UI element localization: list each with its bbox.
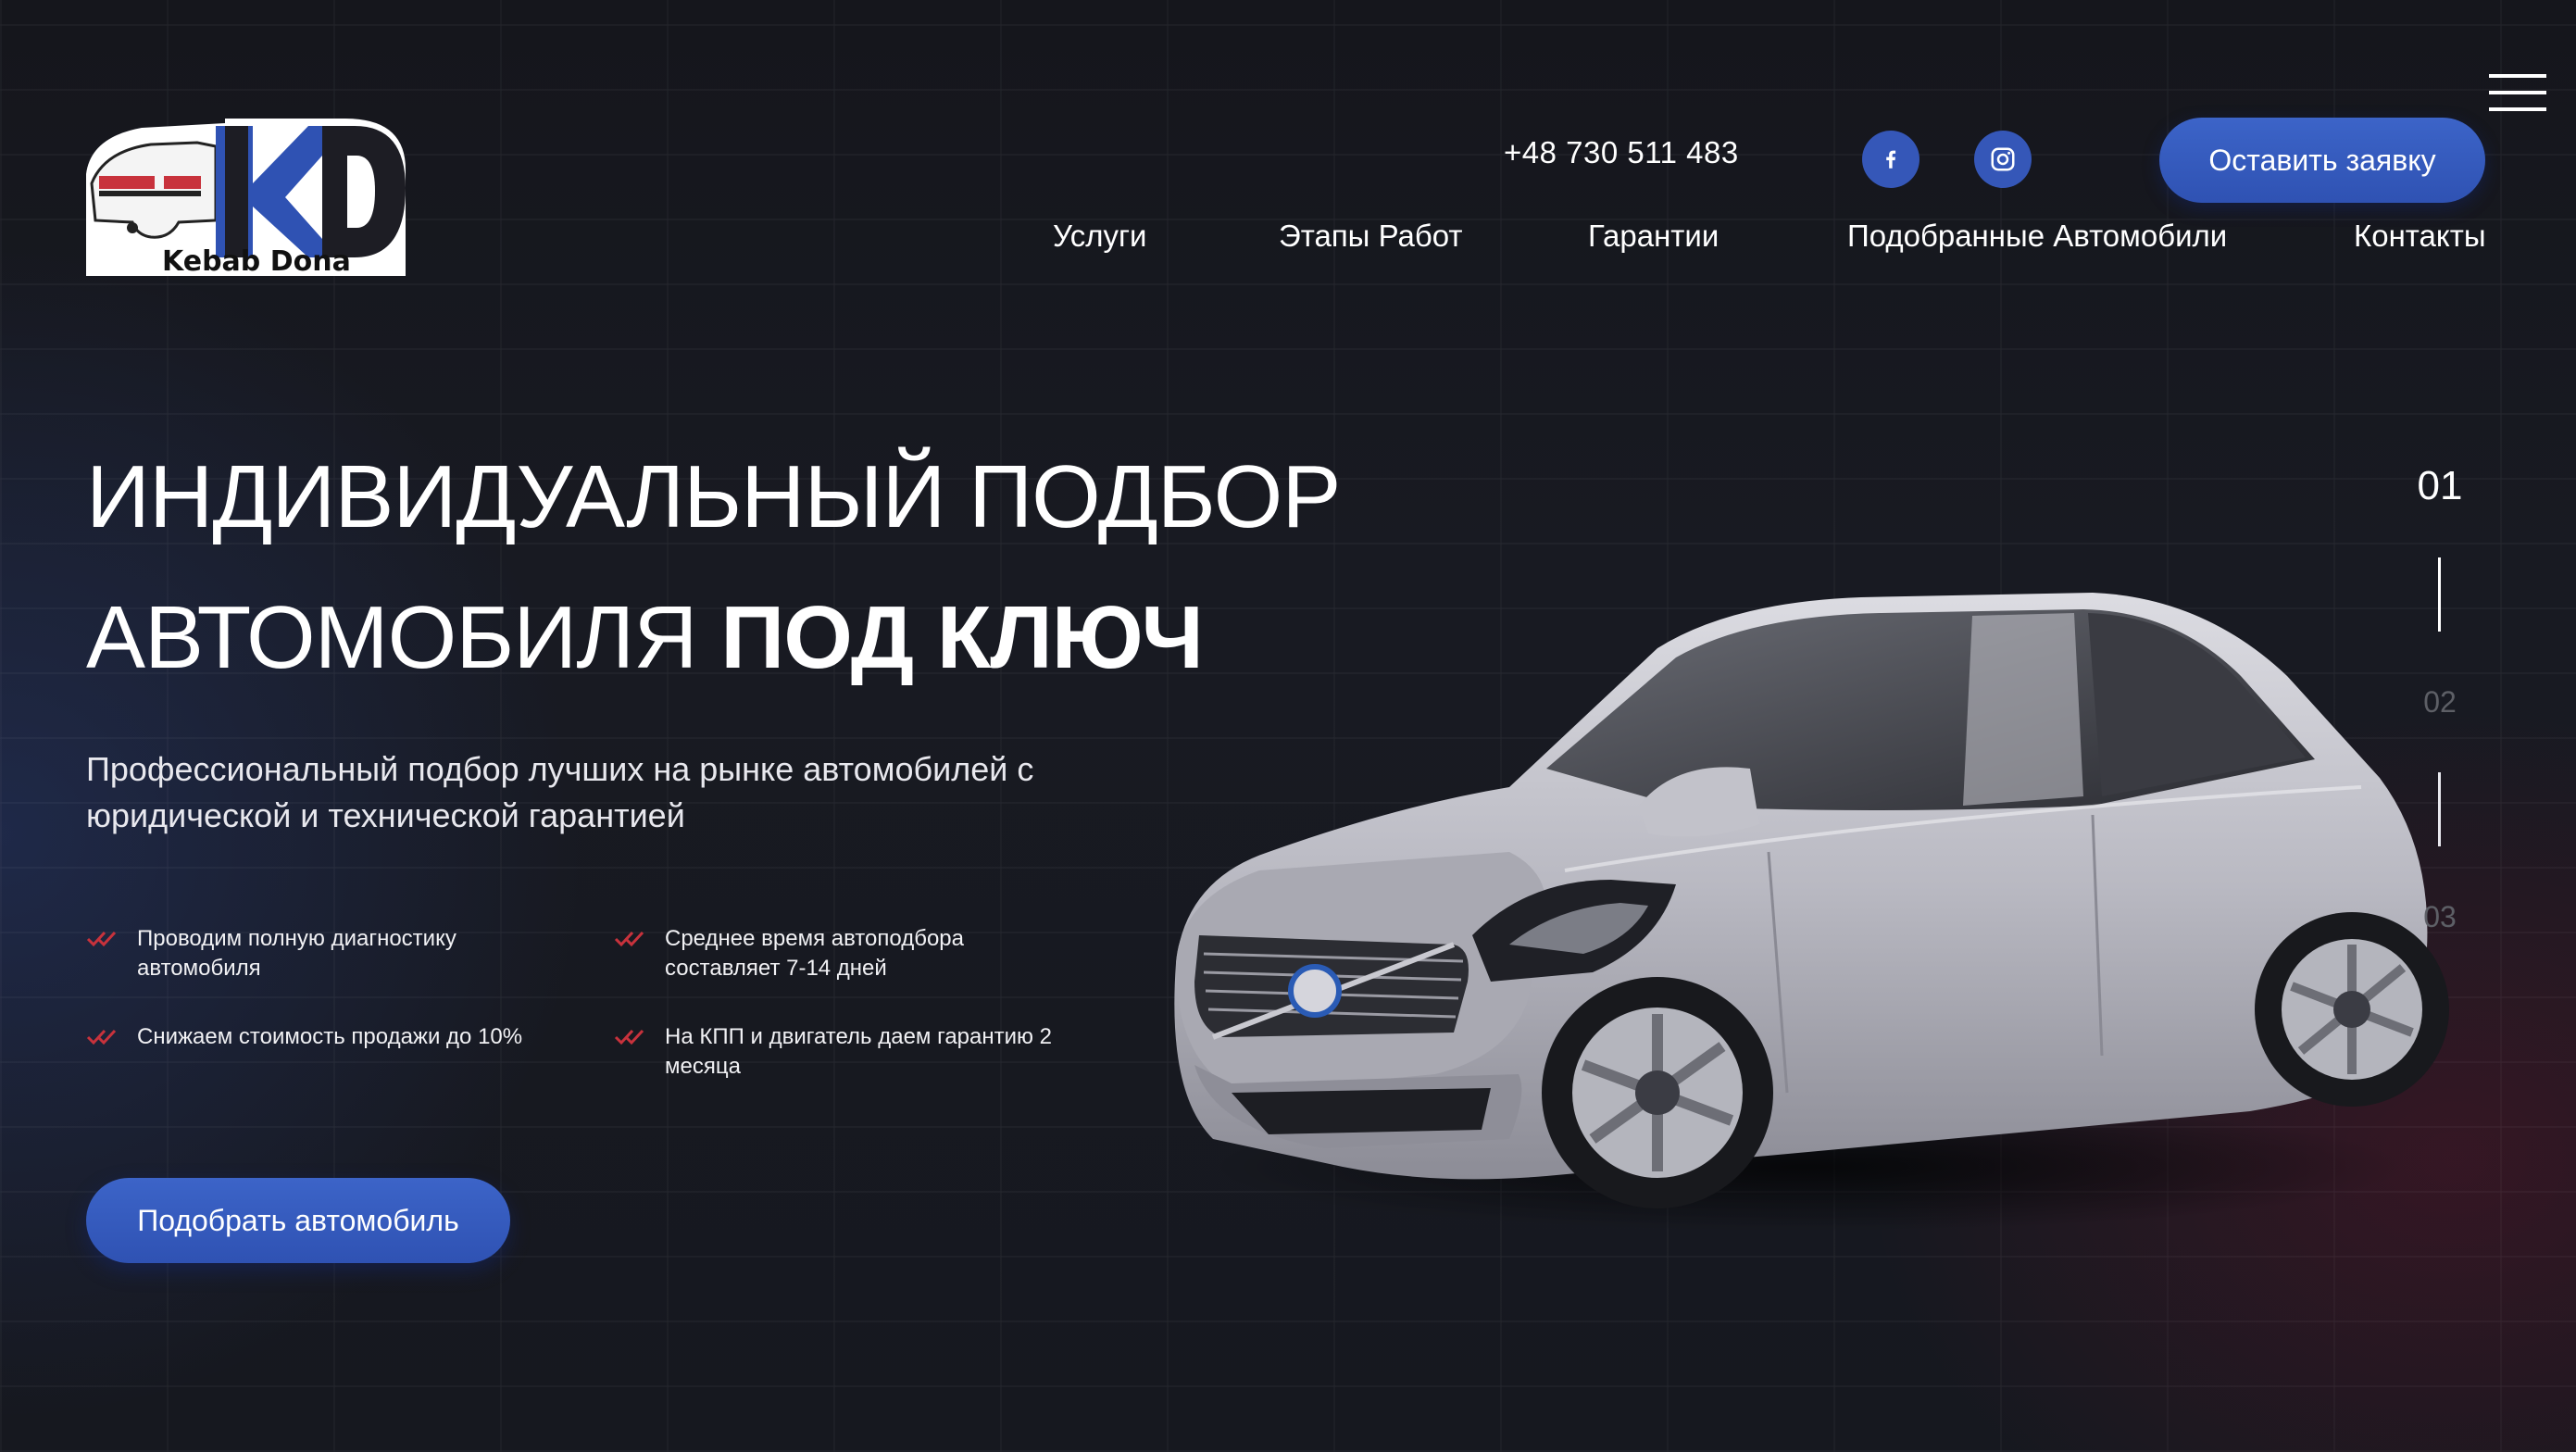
slide-indicator-01[interactable]: 01 — [2389, 463, 2491, 509]
hero-title-line1: ИНДИВИДУАЛЬНЫЙ ПОДБОР — [86, 447, 1341, 546]
landing-page: Kebab Dona +48 730 511 483 Оставить заяв… — [0, 0, 2576, 1452]
facebook-link[interactable] — [1862, 131, 1919, 188]
request-button[interactable]: Оставить заявку — [2159, 118, 2485, 203]
feature-text: На КПП и двигатель даем гарантию 2 месяц… — [665, 1024, 1053, 1079]
logo-name: Kebab Dona — [162, 245, 351, 278]
hero-title-line2: АВТОМОБИЛЯ ПОД КЛЮЧ — [86, 587, 1204, 689]
nav-item-contacts[interactable]: Контакты — [2354, 219, 2486, 254]
feature-item: Снижаем стоимость продажи до 10% — [86, 1022, 605, 1052]
nav-item-services[interactable]: Услуги — [1053, 219, 1146, 254]
logo[interactable]: Kebab Dona — [86, 119, 408, 278]
feature-text: Среднее время автоподбора составляет 7-1… — [665, 926, 964, 981]
feature-item: На КПП и двигатель даем гарантию 2 месяц… — [614, 1022, 1095, 1082]
double-check-icon — [86, 931, 117, 947]
double-check-icon — [86, 1029, 117, 1045]
facebook-icon — [1886, 150, 1896, 169]
nav-item-selected-cars[interactable]: Подобранные Автомобили — [1847, 219, 2227, 254]
nav-item-guarantees[interactable]: Гарантии — [1588, 219, 1719, 254]
phone-number[interactable]: +48 730 511 483 — [1504, 135, 1739, 170]
slide-indicator-03[interactable]: 03 — [2389, 900, 2491, 934]
hero-title-light: АВТОМОБИЛЯ — [86, 588, 698, 687]
slide-indicator-02[interactable]: 02 — [2389, 685, 2491, 720]
instagram-link[interactable] — [1974, 131, 2032, 188]
feature-text: Проводим полную диагностику автомобиля — [137, 926, 456, 981]
double-check-icon — [614, 1029, 644, 1045]
menu-icon[interactable] — [2489, 74, 2546, 111]
car-image — [1174, 593, 2449, 1232]
hero-subtitle: Профессиональный подбор лучших на рынке … — [86, 750, 1034, 834]
feature-text: Снижаем стоимость продажи до 10% — [137, 1024, 523, 1049]
double-check-icon — [614, 931, 644, 947]
slide-progress-line — [2438, 772, 2441, 846]
pick-car-button[interactable]: Подобрать автомобиль — [86, 1178, 510, 1263]
hero-title-bold: ПОД КЛЮЧ — [720, 588, 1204, 687]
feature-item: Среднее время автоподбора составляет 7-1… — [614, 924, 1077, 983]
slide-progress-line — [2438, 557, 2441, 632]
nav-item-stages[interactable]: Этапы Работ — [1279, 219, 1462, 254]
feature-item: Проводим полную диагностику автомобиля — [86, 924, 531, 983]
instagram-icon — [1991, 147, 2015, 171]
